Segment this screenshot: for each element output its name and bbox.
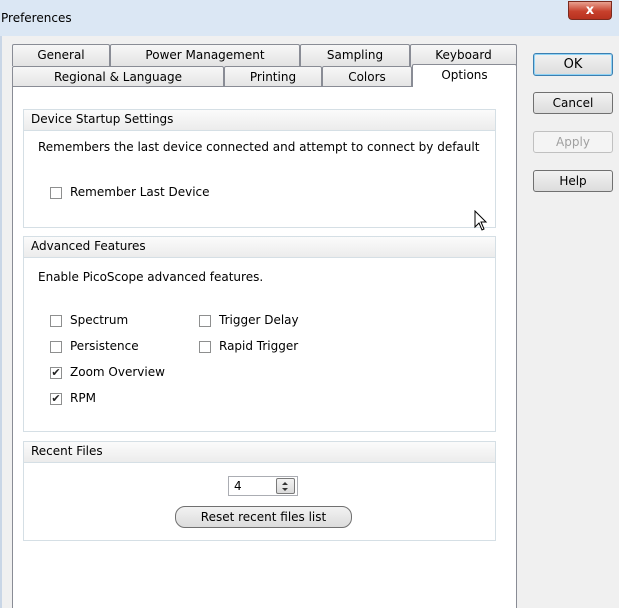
remember-last-device-checkbox[interactable] [50,187,62,199]
device-startup-heading: Device Startup Settings [24,110,495,131]
help-button[interactable]: Help [533,170,613,192]
ok-button[interactable]: OK [533,53,613,76]
tab-sampling[interactable]: Sampling [300,44,410,66]
advanced-features-heading: Advanced Features [24,237,495,258]
reset-recent-files-button[interactable]: Reset recent files list [175,506,352,528]
spectrum-checkbox[interactable] [50,315,62,327]
tab-colors[interactable]: Colors [322,66,412,88]
recent-files-heading: Recent Files [24,442,495,463]
remember-last-device-label: Remember Last Device [70,185,210,199]
window-border [0,36,2,608]
tab-keyboard[interactable]: Keyboard [410,44,517,66]
advanced-features-description: Enable PicoScope advanced features. [38,270,264,284]
trigger-delay-checkbox[interactable] [199,315,211,327]
device-startup-group: Device Startup Settings [23,109,496,228]
mouse-pointer-icon [474,210,488,231]
arrow-up-icon[interactable] [282,482,288,485]
recent-files-spinner[interactable] [276,478,295,494]
rpm-label: RPM [70,391,96,405]
tab-power-management[interactable]: Power Management [110,44,300,66]
arrow-down-icon[interactable] [282,488,288,491]
window-title: Preferences [1,11,72,25]
trigger-delay-label: Trigger Delay [219,313,299,327]
tab-options[interactable]: Options [412,64,517,87]
close-button[interactable]: x [568,1,612,20]
persistence-label: Persistence [70,339,139,353]
title-bar: Preferences x [0,0,619,36]
rapid-trigger-checkbox[interactable] [199,341,211,353]
zoom-overview-label: Zoom Overview [70,365,165,379]
spectrum-label: Spectrum [70,313,129,327]
tab-regional-language[interactable]: Regional & Language [12,66,224,88]
tab-general[interactable]: General [12,44,110,66]
rpm-checkbox[interactable]: ✔ [50,393,62,405]
apply-button[interactable]: Apply [533,131,613,153]
rapid-trigger-label: Rapid Trigger [219,339,299,353]
persistence-checkbox[interactable] [50,341,62,353]
zoom-overview-checkbox[interactable]: ✔ [50,367,62,379]
device-startup-description: Remembers the last device connected and … [38,140,480,154]
recent-files-count-value: 4 [234,479,242,493]
close-icon: x [585,3,595,18]
tab-printing[interactable]: Printing [224,66,322,88]
cancel-button[interactable]: Cancel [533,92,613,114]
